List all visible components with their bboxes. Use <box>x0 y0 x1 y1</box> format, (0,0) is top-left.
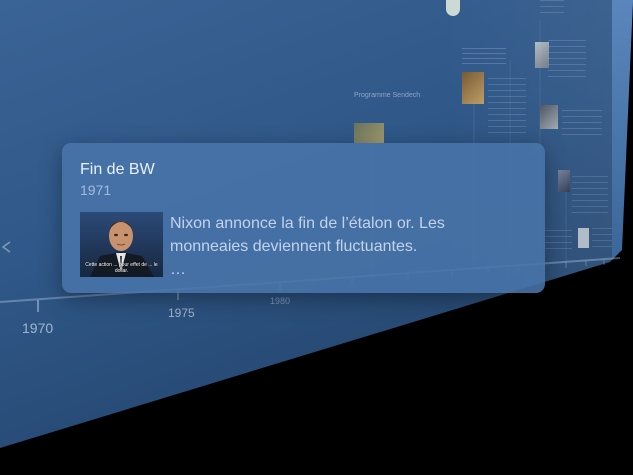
event-text-lines-7 <box>592 228 612 248</box>
event-thumb-portrait[interactable] <box>535 42 549 68</box>
event-year: 1971 <box>80 182 112 198</box>
more-ellipsis[interactable]: … <box>170 261 186 279</box>
year-label-1975: 1975 <box>168 306 195 320</box>
timeline-panel-edge <box>612 0 633 260</box>
event-text-lines-8 <box>540 0 564 14</box>
event-text-lines-6 <box>544 230 572 250</box>
timeline-scene: 1970 1975 1980 Programme Sendech Fin de … <box>0 0 633 475</box>
event-detail-card[interactable]: Fin de BW 1971 Cette action ... pour eff… <box>62 143 545 293</box>
year-label-1970: 1970 <box>22 320 54 336</box>
year-label-1980: 1980 <box>270 296 291 306</box>
event-thumb-gold[interactable] <box>462 72 484 104</box>
event-text-lines-4 <box>562 110 602 140</box>
event-marker-top[interactable] <box>446 0 460 16</box>
event-thumb-crowd[interactable] <box>540 105 558 129</box>
event-text-lines-3 <box>548 40 586 80</box>
event-text-lines <box>462 48 506 68</box>
event-photo[interactable]: Cette action ... pour effet de ... le do… <box>80 212 163 277</box>
event-label-sendech: Programme Sendech <box>354 92 421 99</box>
event-thumb-small[interactable] <box>558 170 570 192</box>
event-text-lines-5 <box>572 176 608 216</box>
event-thumb-doc[interactable] <box>578 228 589 248</box>
event-thumb-sendech[interactable] <box>354 123 384 143</box>
scroll-left-icon[interactable] <box>0 240 12 254</box>
photo-caption: Cette action ... pour effet de ... le do… <box>85 262 158 274</box>
event-description: Nixon annonce la fin de l’étalon or. Les… <box>170 215 445 255</box>
event-text-lines-2 <box>488 78 526 138</box>
event-title: Fin de BW <box>80 161 155 178</box>
